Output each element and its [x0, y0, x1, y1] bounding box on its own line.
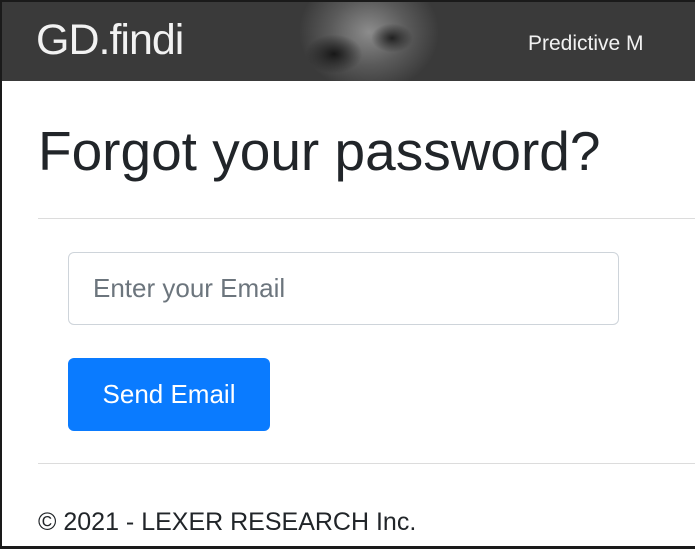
- page-title: Forgot your password?: [38, 120, 601, 182]
- nav-link-predictive[interactable]: Predictive M: [528, 30, 644, 58]
- send-email-button[interactable]: Send Email: [68, 358, 270, 431]
- title-divider: [38, 218, 695, 219]
- email-input[interactable]: [68, 252, 619, 325]
- navbar: GD.findi Predictive M: [2, 2, 695, 81]
- footer-divider: [38, 463, 695, 464]
- browser-viewport: GD.findi Predictive M Forgot your passwo…: [0, 0, 695, 549]
- footer-copyright: © 2021 - LEXER RESEARCH Inc.: [38, 508, 417, 536]
- brand-logo-link[interactable]: GD.findi: [36, 16, 184, 64]
- navbar-hero-image: [264, 2, 464, 81]
